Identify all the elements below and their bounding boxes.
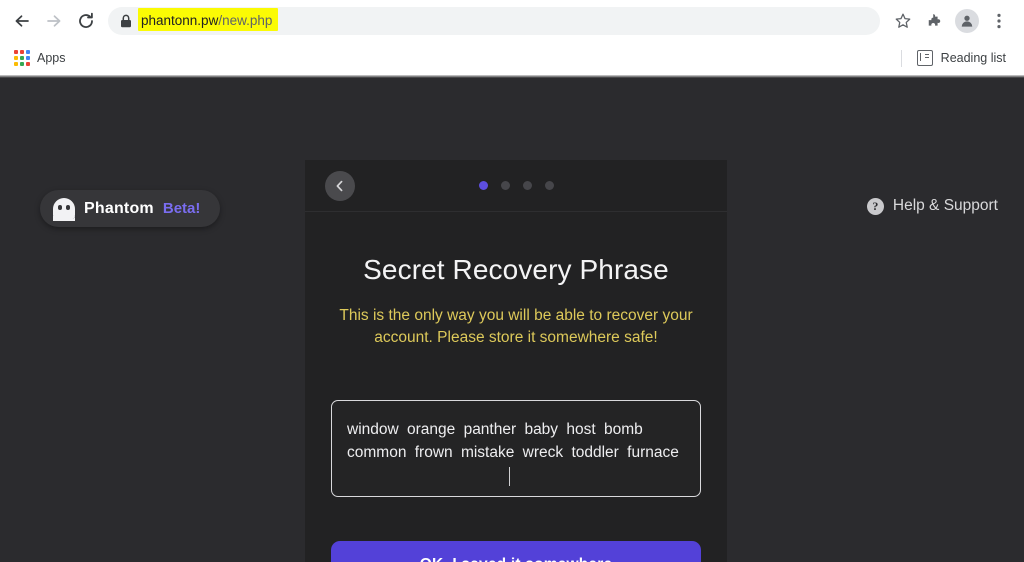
reading-list-icon — [916, 50, 933, 66]
arrow-right-icon — [47, 15, 61, 27]
puzzle-icon — [928, 13, 940, 26]
reload-button[interactable] — [70, 5, 102, 37]
seed-phrase-box[interactable]: window orange panther baby host bomb com… — [331, 400, 701, 497]
confirm-saved-button[interactable]: OK, I saved it somewhere — [331, 541, 701, 562]
forward-button[interactable] — [38, 5, 70, 37]
help-support-label: Help & Support — [892, 197, 998, 214]
onboarding-card: Secret Recovery Phrase This is the only … — [305, 160, 727, 562]
reload-icon — [79, 12, 93, 28]
apps-grid-icon — [14, 50, 30, 66]
url-text: phantonn.pw/new.php — [141, 13, 272, 28]
text-caret — [509, 467, 511, 486]
browser-toolbar: phantonn.pw/new.php — [0, 0, 1024, 42]
card-back-button[interactable] — [325, 170, 355, 201]
brand-name: Phantom — [84, 199, 154, 217]
bookmarks-divider — [900, 49, 902, 67]
progress-dots — [305, 160, 727, 211]
bookmark-star-button[interactable] — [888, 6, 918, 36]
person-icon — [961, 15, 973, 27]
help-support-link[interactable]: ? Help & Support — [866, 197, 998, 215]
toolbar-actions — [888, 6, 1014, 36]
url-text-wrapper: phantonn.pw/new.php — [138, 8, 279, 31]
back-button[interactable] — [6, 5, 38, 37]
bookmark-apps[interactable]: Apps — [8, 47, 72, 69]
progress-dot-3 — [522, 181, 532, 190]
chevron-left-icon — [336, 180, 343, 191]
web-page: Phantom Beta! ? Help & Support Secret Re… — [0, 78, 1024, 562]
url-host: phantonn.pw — [141, 13, 219, 28]
browser-chrome: phantonn.pw/new.php Apps Reading list — [0, 0, 1024, 78]
reading-list-button[interactable]: Reading list — [911, 47, 1012, 69]
phantom-brand-badge: Phantom Beta! — [40, 190, 221, 227]
url-path: /new.php — [218, 13, 273, 28]
bookmark-apps-label: Apps — [37, 51, 66, 65]
card-body: Secret Recovery Phrase This is the only … — [305, 254, 727, 562]
star-icon — [895, 13, 911, 28]
reading-list-label: Reading list — [940, 51, 1006, 65]
seed-phrase-words: window orange panther baby host bomb com… — [347, 421, 679, 462]
avatar — [955, 9, 979, 33]
three-dots-icon — [997, 13, 1001, 29]
profile-button[interactable] — [952, 6, 982, 36]
progress-dot-4 — [544, 181, 554, 190]
progress-dot-1 — [478, 181, 488, 190]
warning-text: This is the only way you will be able to… — [339, 307, 693, 346]
brand-beta-tag: Beta! — [162, 200, 201, 217]
question-mark-icon: ? — [866, 197, 884, 215]
chrome-menu-button[interactable] — [984, 6, 1014, 36]
bookmarks-bar: Apps Reading list — [0, 42, 1024, 75]
page-title: Secret Recovery Phrase — [363, 254, 669, 285]
arrow-left-icon — [15, 15, 29, 27]
lock-icon[interactable] — [120, 14, 132, 28]
extensions-button[interactable] — [920, 6, 950, 36]
card-header — [305, 160, 727, 212]
progress-dot-2 — [500, 181, 510, 190]
address-bar[interactable]: phantonn.pw/new.php — [108, 7, 880, 35]
ghost-icon — [53, 197, 75, 221]
